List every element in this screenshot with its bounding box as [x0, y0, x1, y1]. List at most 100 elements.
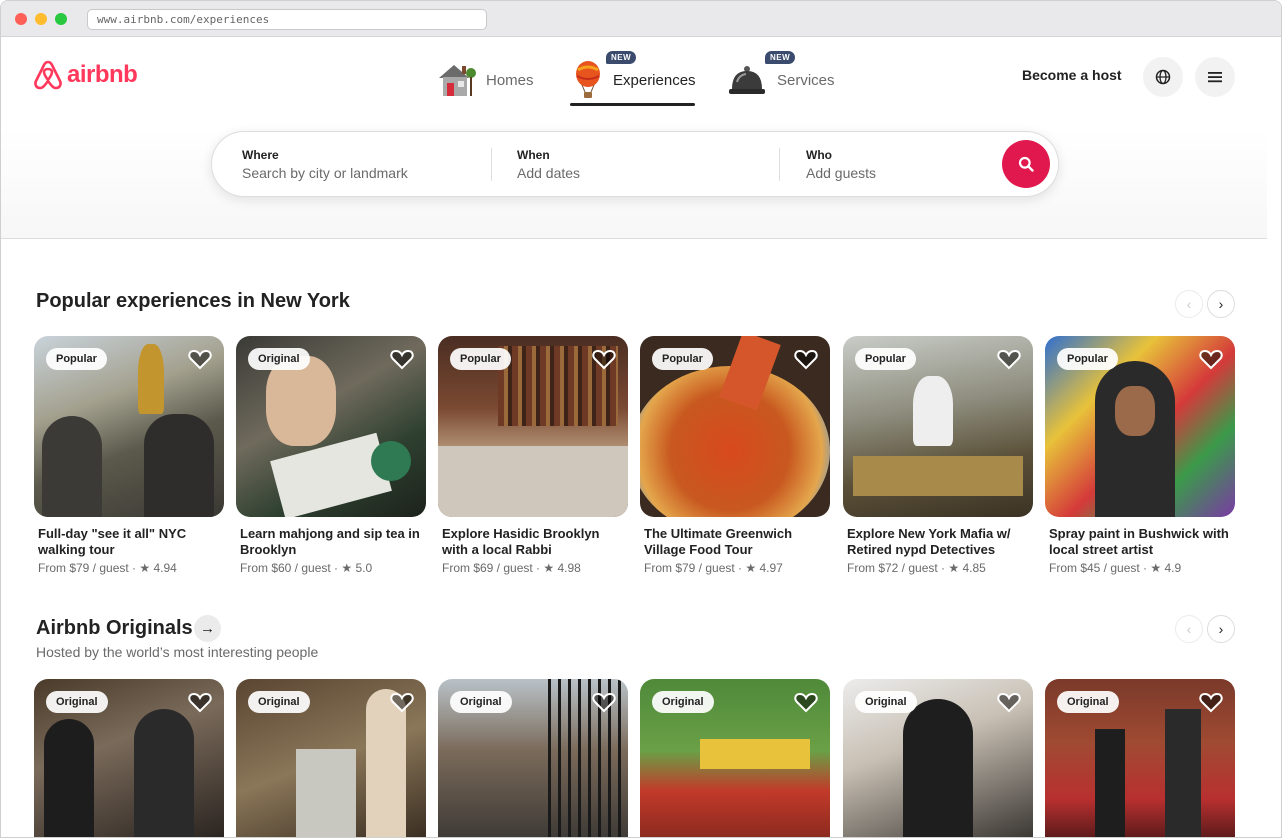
- experience-price-rating: From $60 / guest · ★ 5.0: [240, 561, 373, 575]
- originals-section-subtitle: Hosted by the world’s most interesting p…: [36, 644, 319, 660]
- tab-experiences[interactable]: NEW Experiences: [573, 51, 696, 105]
- original-tag: Original: [1057, 691, 1119, 713]
- house-icon: [439, 65, 476, 96]
- experience-title: Explore New York Mafia w/ Retired nypd D…: [847, 526, 1011, 557]
- original-photo: Original: [236, 679, 426, 837]
- experience-tag: Original: [248, 348, 310, 370]
- popular-next-button[interactable]: ›: [1207, 290, 1235, 318]
- main-menu-button[interactable]: [1195, 57, 1235, 97]
- heart-icon[interactable]: [1199, 348, 1223, 370]
- new-badge: NEW: [765, 51, 796, 64]
- airbnb-logo-icon: [34, 60, 62, 90]
- popular-prev-button[interactable]: ‹: [1175, 290, 1203, 318]
- logo-wordmark: airbnb: [67, 61, 138, 88]
- experience-price-rating: From $79 / guest · ★ 4.97: [644, 561, 783, 575]
- heart-icon[interactable]: [794, 691, 818, 713]
- chevron-left-icon: ‹: [1186, 621, 1192, 637]
- originals-prev-button[interactable]: ‹: [1175, 615, 1203, 643]
- chevron-right-icon: ›: [1218, 296, 1224, 312]
- airbnb-logo[interactable]: airbnb: [33, 59, 138, 91]
- original-tag: Original: [855, 691, 917, 713]
- experience-photo: Popular: [640, 336, 830, 517]
- tab-experiences-label: Experiences: [613, 71, 696, 89]
- original-card[interactable]: Original: [438, 679, 628, 837]
- tab-services-label: Services: [777, 71, 835, 89]
- chevron-left-icon: ‹: [1186, 296, 1192, 312]
- when-placeholder: Add dates: [517, 165, 581, 181]
- who-field[interactable]: Who Add guests: [806, 148, 876, 181]
- experience-title: The Ultimate Greenwich Village Food Tour: [644, 526, 793, 557]
- experience-title: Spray paint in Bushwick with local stree…: [1049, 526, 1229, 557]
- tab-services[interactable]: NEW Services: [727, 51, 835, 105]
- globe-icon: [1155, 69, 1171, 85]
- experience-card[interactable]: Popular Explore New York Mafia w/ Retire…: [843, 336, 1033, 575]
- experience-price-rating: From $79 / guest · ★ 4.94: [38, 561, 177, 575]
- browser-window: www.airbnb.com/experiences airbnb Homes …: [0, 0, 1282, 838]
- address-bar[interactable]: www.airbnb.com/experiences: [87, 9, 487, 30]
- search-divider: [779, 148, 780, 181]
- heart-icon[interactable]: [188, 691, 212, 713]
- original-card[interactable]: Original: [640, 679, 830, 837]
- when-label: When: [517, 148, 550, 162]
- service-bell-icon: [729, 66, 765, 94]
- experience-card[interactable]: Popular Spray paint in Bushwick with loc…: [1045, 336, 1235, 575]
- experience-card[interactable]: Popular Explore Hasidic Brooklyn with a …: [438, 336, 628, 575]
- original-photo: Original: [438, 679, 628, 837]
- original-card[interactable]: Original: [34, 679, 224, 837]
- hamburger-menu-icon: [1208, 72, 1222, 83]
- search-bar: Where Search by city or landmark When Ad…: [211, 131, 1059, 197]
- original-card[interactable]: Original: [843, 679, 1033, 837]
- experience-card[interactable]: Popular Full-day "see it all" NYC walkin…: [34, 336, 224, 575]
- who-placeholder: Add guests: [806, 165, 877, 181]
- minimize-window-button[interactable]: [35, 13, 47, 25]
- active-tab-indicator: [570, 103, 695, 106]
- experience-title: Full-day "see it all" NYC walking tour: [38, 526, 187, 557]
- originals-next-button[interactable]: ›: [1207, 615, 1235, 643]
- experience-photo: Popular: [843, 336, 1033, 517]
- search-divider: [491, 148, 492, 181]
- maximize-window-button[interactable]: [55, 13, 67, 25]
- tab-homes-label: Homes: [486, 71, 534, 89]
- experience-photo: Popular: [438, 336, 628, 517]
- where-field[interactable]: Where Search by city or landmark: [242, 148, 408, 181]
- heart-icon[interactable]: [592, 691, 616, 713]
- where-label: Where: [242, 148, 279, 162]
- close-window-button[interactable]: [15, 13, 27, 25]
- heart-icon[interactable]: [997, 348, 1021, 370]
- original-tag: Original: [46, 691, 108, 713]
- original-card[interactable]: Original: [1045, 679, 1235, 837]
- heart-icon[interactable]: [390, 691, 414, 713]
- tab-homes[interactable]: Homes: [436, 55, 534, 105]
- original-card[interactable]: Original: [236, 679, 426, 837]
- heart-icon[interactable]: [997, 691, 1021, 713]
- popular-section-title: Popular experiences in New York: [36, 290, 350, 312]
- language-button[interactable]: [1143, 57, 1183, 97]
- experience-tag: Popular: [46, 348, 107, 370]
- new-badge: NEW: [606, 51, 637, 64]
- experience-title: Learn mahjong and sip tea in Brooklyn: [240, 526, 420, 557]
- original-photo: Original: [34, 679, 224, 837]
- when-field[interactable]: When Add dates: [517, 148, 580, 181]
- browser-chrome: www.airbnb.com/experiences: [1, 1, 1281, 37]
- experience-card[interactable]: Original Learn mahjong and sip tea in Br…: [236, 336, 426, 575]
- experience-title: Explore Hasidic Brooklyn with a local Ra…: [442, 526, 600, 557]
- heart-icon[interactable]: [188, 348, 212, 370]
- original-photo: Original: [640, 679, 830, 837]
- experience-card[interactable]: Popular The Ultimate Greenwich Village F…: [640, 336, 830, 575]
- experience-price-rating: From $69 / guest · ★ 4.98: [442, 561, 581, 575]
- become-host-link[interactable]: Become a host: [1022, 67, 1122, 83]
- experience-photo: Popular: [34, 336, 224, 517]
- site-header: airbnb Homes NEW Experiences NEW Service…: [1, 37, 1267, 239]
- heart-icon[interactable]: [1199, 691, 1223, 713]
- who-label: Who: [806, 148, 832, 162]
- heart-icon[interactable]: [592, 348, 616, 370]
- original-tag: Original: [248, 691, 310, 713]
- heart-icon[interactable]: [390, 348, 414, 370]
- originals-see-all-button[interactable]: →: [194, 615, 221, 642]
- original-tag: Original: [652, 691, 714, 713]
- heart-icon[interactable]: [794, 348, 818, 370]
- search-icon: [1018, 156, 1034, 172]
- search-button[interactable]: [1002, 140, 1050, 188]
- arrow-right-icon: →: [200, 620, 215, 637]
- originals-section-title: Airbnb Originals: [36, 617, 193, 639]
